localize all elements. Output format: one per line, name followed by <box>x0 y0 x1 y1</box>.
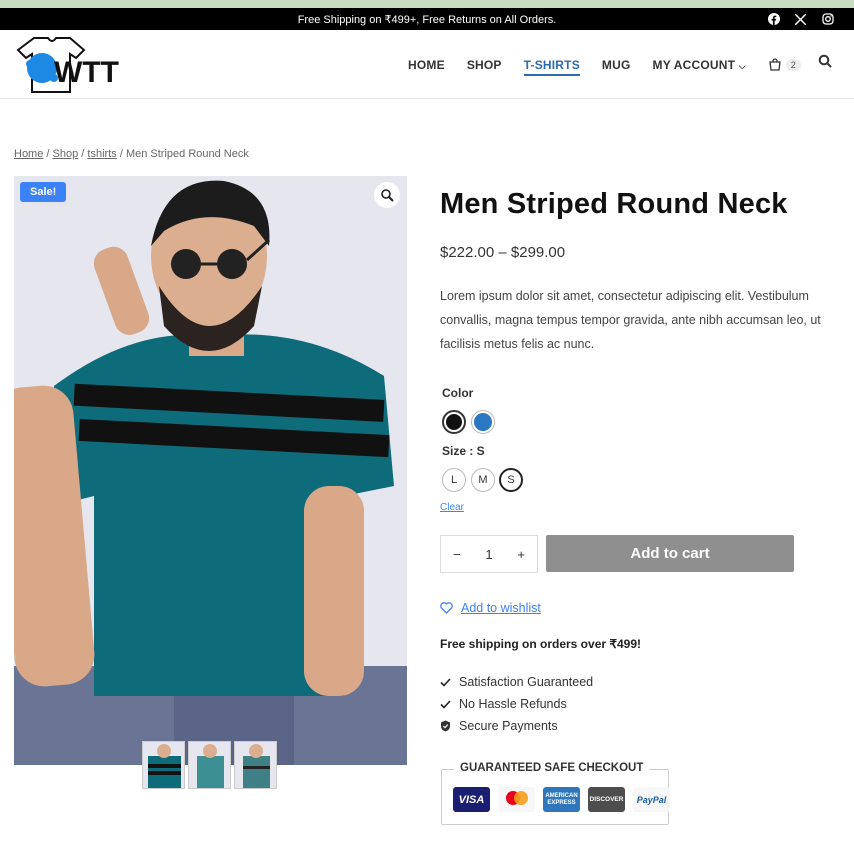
breadcrumb-separator: / <box>81 148 85 160</box>
size-option-s[interactable]: S <box>499 468 523 492</box>
size-option-m[interactable]: M <box>471 468 495 492</box>
announcement-bar: Free Shipping on ₹499+, Free Returns on … <box>0 8 854 30</box>
breadcrumb-current: Men Striped Round Neck <box>125 148 249 160</box>
cart-button[interactable]: 2 <box>768 57 801 72</box>
color-swatch-blue[interactable] <box>471 410 495 434</box>
size-option-l[interactable]: L <box>442 468 466 492</box>
amex-card-icon: AMERICAN EXPRESS <box>543 787 580 812</box>
safe-checkout-title: GUARANTEED SAFE CHECKOUT <box>454 762 650 774</box>
breadcrumb-separator: / <box>46 148 50 160</box>
quantity-input[interactable]: 1 <box>485 547 492 562</box>
sale-badge: Sale! <box>20 182 67 202</box>
payment-cards: VISA AMERICAN EXPRESS DISCOVER PayPal <box>453 787 670 812</box>
thumbnail-2[interactable] <box>188 741 231 789</box>
breadcrumb-home[interactable]: Home <box>14 148 43 160</box>
breadcrumb: Home / Shop / tshirts / Men Striped Roun… <box>14 148 249 160</box>
facebook-icon[interactable] <box>767 13 780 26</box>
feature-item: Secure Payments <box>440 715 593 737</box>
add-to-wishlist-link[interactable]: Add to wishlist <box>440 601 541 615</box>
thumbnail-1[interactable] <box>142 741 185 789</box>
nav-home[interactable]: HOME <box>408 58 445 72</box>
shield-check-icon <box>441 720 450 732</box>
announcement-text: Free Shipping on ₹499+, Free Returns on … <box>297 13 557 26</box>
free-shipping-note: Free shipping on orders over ₹499! <box>440 637 642 651</box>
breadcrumb-separator: / <box>119 148 123 160</box>
heart-icon <box>440 602 453 614</box>
check-icon <box>440 699 451 709</box>
zoom-icon[interactable] <box>374 182 400 208</box>
product-title: Men Striped Round Neck <box>440 188 788 220</box>
nav-mug[interactable]: MUG <box>602 58 631 72</box>
quantity-stepper: − 1 + <box>440 535 538 573</box>
add-to-cart-button[interactable]: Add to cart <box>546 535 794 572</box>
breadcrumb-shop[interactable]: Shop <box>53 148 79 160</box>
feature-item: Satisfaction Guaranteed <box>440 671 593 693</box>
nav-my-account-label: MY ACCOUNT <box>652 57 736 72</box>
x-icon[interactable] <box>794 13 807 26</box>
feature-label: Satisfaction Guaranteed <box>459 675 594 689</box>
color-label: Color <box>442 386 474 400</box>
site-header: WTT HOME SHOP T-SHIRTS MUG MY ACCOUNT ⌵ … <box>0 30 854 99</box>
product-description: Lorem ipsum dolor sit amet, consectetur … <box>440 289 821 351</box>
feature-label: Secure Payments <box>459 719 558 733</box>
product-main-image[interactable] <box>14 176 407 765</box>
nav-shop[interactable]: SHOP <box>467 58 502 72</box>
breadcrumb-tshirts[interactable]: tshirts <box>87 148 116 160</box>
product-thumbnails <box>142 741 277 789</box>
product-price: $222.00 – $299.00 <box>440 244 566 261</box>
feature-item: No Hassle Refunds <box>440 693 593 715</box>
chevron-down-icon: ⌵ <box>738 60 746 71</box>
visa-card-icon: VISA <box>453 787 490 812</box>
quantity-decrease-button[interactable]: − <box>453 547 461 562</box>
social-links <box>767 8 834 30</box>
main-nav: HOME SHOP T-SHIRTS MUG MY ACCOUNT ⌵ 2 <box>408 30 801 99</box>
cart-count: 2 <box>785 58 801 71</box>
clear-selection-link[interactable]: Clear <box>440 502 464 513</box>
nav-my-account[interactable]: MY ACCOUNT ⌵ <box>653 58 746 72</box>
mastercard-icon <box>498 787 535 812</box>
size-label: Size : S <box>442 444 485 458</box>
paypal-card-icon: PayPal <box>633 787 670 812</box>
quantity-increase-button[interactable]: + <box>517 547 525 562</box>
color-swatch-black[interactable] <box>442 410 466 434</box>
nav-tshirts[interactable]: T-SHIRTS <box>523 58 581 76</box>
instagram-icon[interactable] <box>821 13 834 26</box>
check-icon <box>440 677 451 687</box>
feature-label: No Hassle Refunds <box>459 697 567 711</box>
cart-icon <box>769 57 781 71</box>
wishlist-label: Add to wishlist <box>461 601 541 615</box>
thumbnail-3[interactable] <box>234 741 277 789</box>
discover-card-icon: DISCOVER <box>588 787 625 812</box>
top-border <box>0 0 854 8</box>
logo-text: WTT <box>54 56 119 89</box>
search-icon[interactable] <box>818 54 836 72</box>
feature-list: Satisfaction Guaranteed No Hassle Refund… <box>440 671 593 737</box>
site-logo[interactable]: WTT <box>14 34 130 94</box>
